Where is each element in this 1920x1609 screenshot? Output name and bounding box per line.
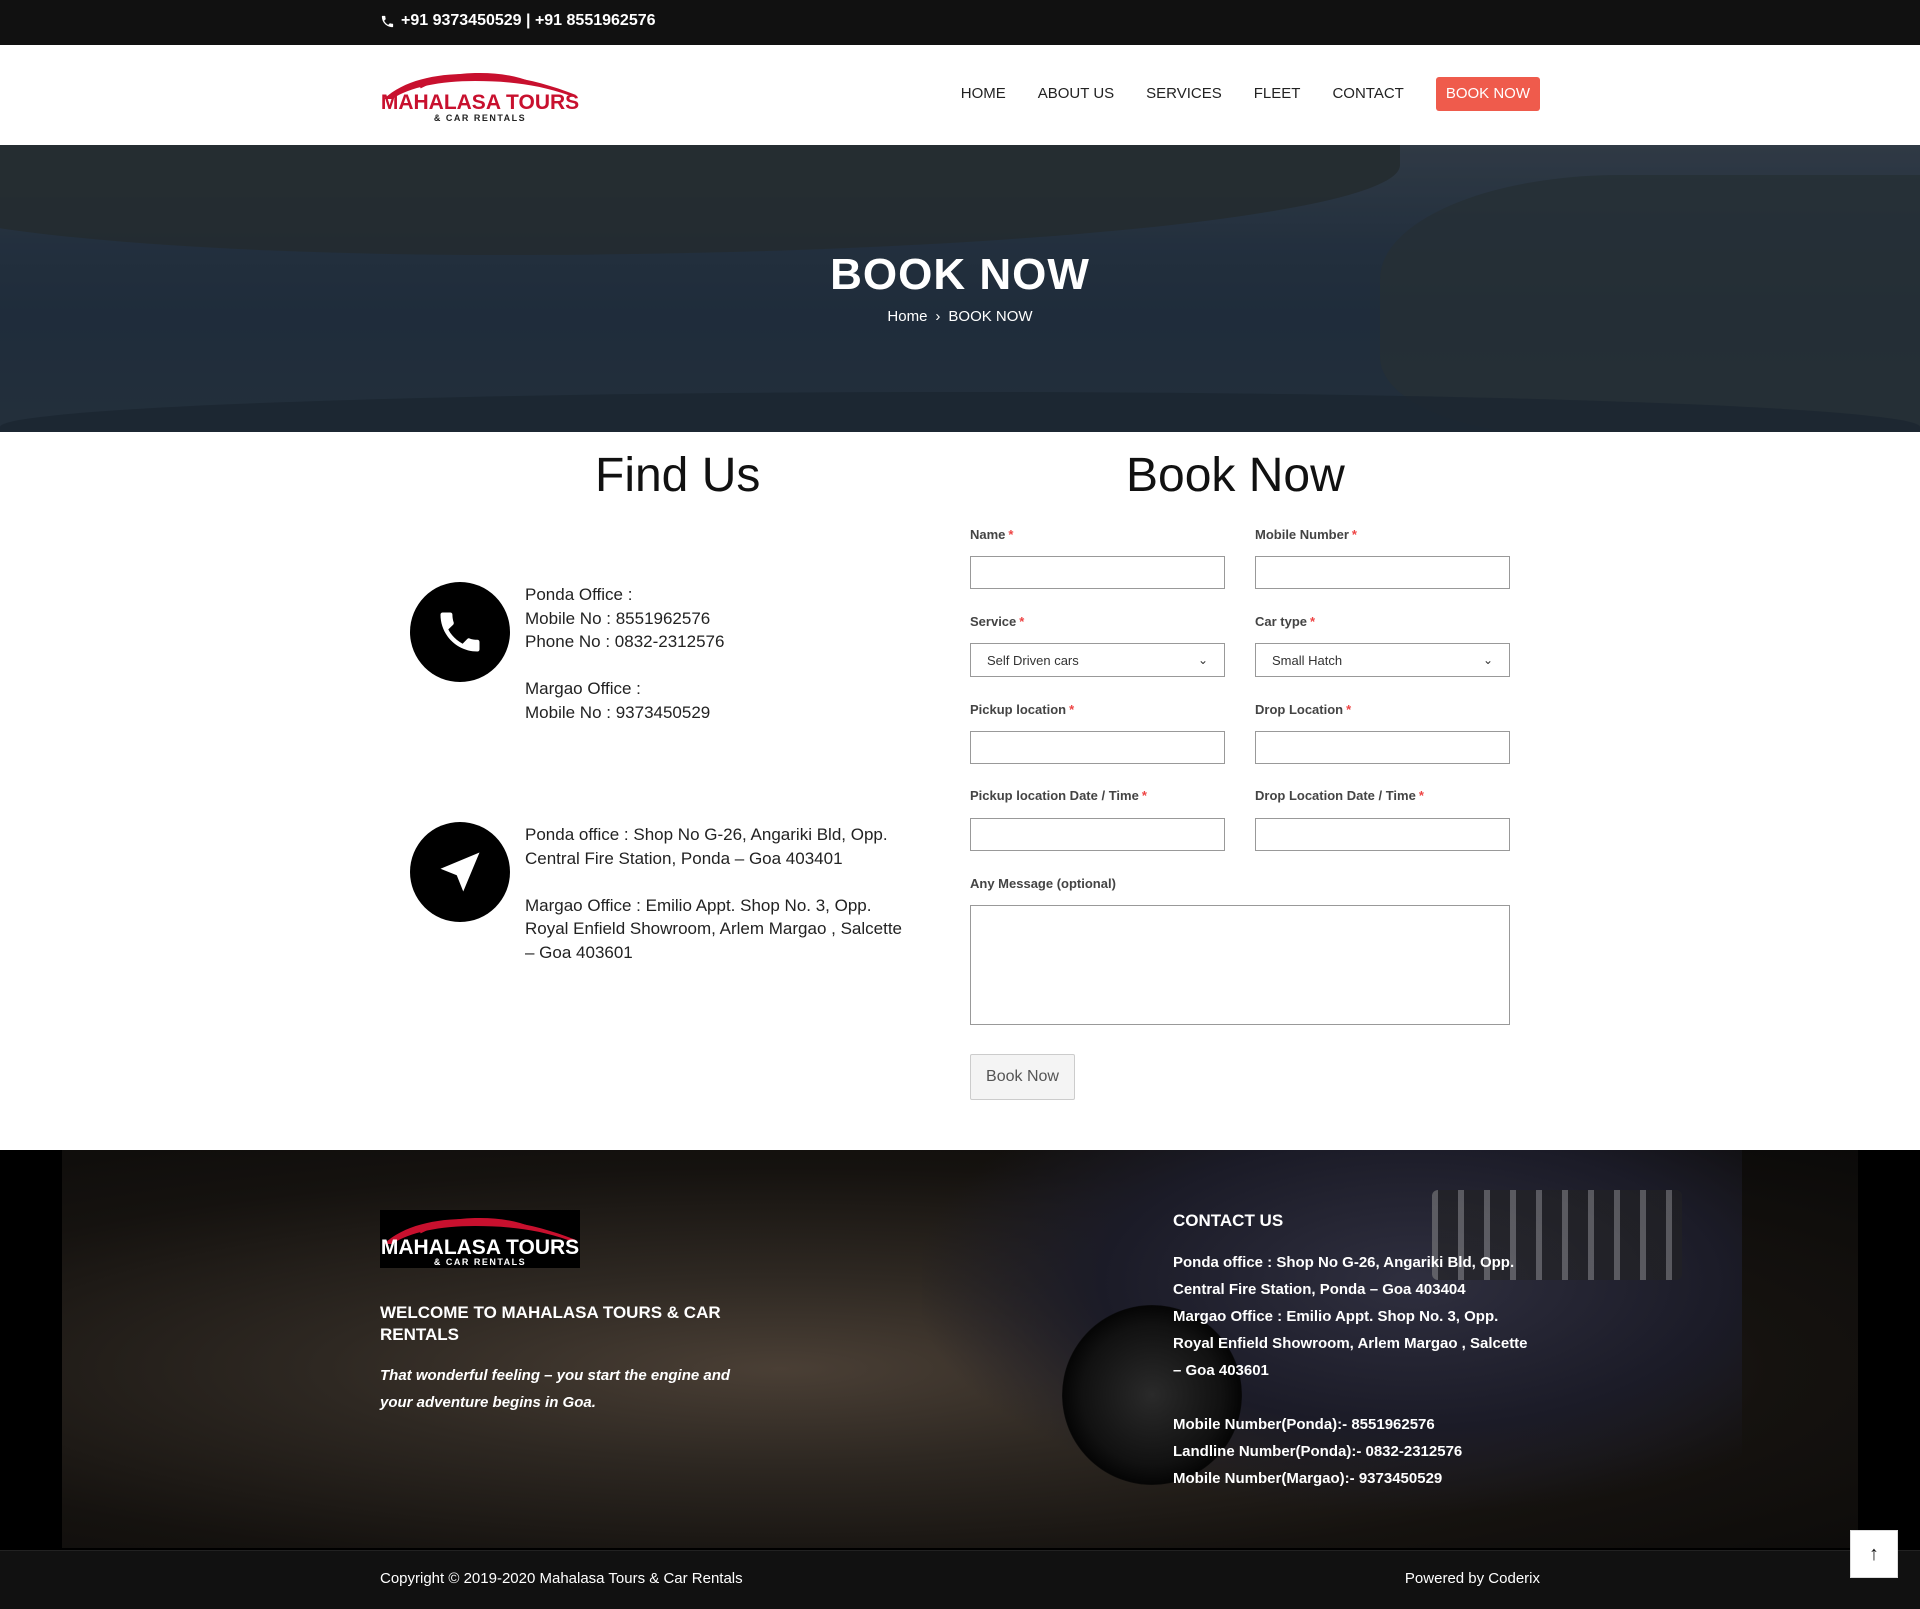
- main-nav: HOME ABOUT US SERVICES FLEET CONTACT BOO…: [945, 77, 1540, 111]
- service-label: Service *: [970, 614, 1025, 629]
- book-now-submit-button[interactable]: Book Now: [970, 1054, 1075, 1100]
- nav-services[interactable]: SERVICES: [1130, 77, 1238, 111]
- booking-form-title: Book Now: [1126, 449, 1345, 502]
- nav-contact[interactable]: CONTACT: [1316, 77, 1419, 111]
- find-us-title: Find Us: [595, 449, 761, 502]
- footer-welcome-heading: WELCOME TO MAHALASA TOURS & CAR RENTALS: [380, 1303, 721, 1344]
- hero-banner: BOOK NOW Home › BOOK NOW: [0, 145, 1920, 432]
- mobile-field[interactable]: [1255, 556, 1510, 589]
- copyright-text: Copyright © 2019-2020 Mahalasa Tours & C…: [380, 1570, 743, 1587]
- top-phone[interactable]: +91 9373450529 | +91 8551962576: [380, 12, 656, 30]
- phone-icon: [440, 612, 480, 652]
- drop-label: Drop Location *: [1255, 702, 1352, 717]
- powered-by-link[interactable]: Powered by Coderix: [1405, 1570, 1540, 1587]
- breadcrumb-separator: ›: [935, 308, 941, 325]
- location-circle: [410, 822, 510, 922]
- pickup-location-field[interactable]: [970, 731, 1225, 764]
- name-label: Name *: [970, 527, 1014, 542]
- brand-logo[interactable]: MAHALASA TOURS & CAR RENTALS: [380, 65, 580, 125]
- footer-logo-name: MAHALASA TOURS: [381, 1236, 579, 1259]
- address-info: Ponda office : Shop No G-26, Angariki Bl…: [525, 825, 903, 962]
- phone-info: Ponda Office : Mobile No : 8551962576 Ph…: [525, 585, 725, 722]
- pickup-datetime-label: Pickup location Date / Time *: [970, 788, 1147, 803]
- drop-datetime-label: Drop Location Date / Time *: [1255, 788, 1424, 803]
- footer-logo-subname: & CAR RENTALS: [434, 1257, 526, 1267]
- breadcrumb-home[interactable]: Home: [887, 308, 927, 325]
- phone-icon: [381, 15, 394, 27]
- message-textarea[interactable]: [970, 905, 1510, 1025]
- footer-background-image: [62, 1150, 1858, 1548]
- location-arrow-icon: [440, 852, 480, 892]
- drop-location-field[interactable]: [1255, 731, 1510, 764]
- logo-subname: & CAR RENTALS: [434, 113, 526, 123]
- footer-tagline: That wonderful feeling – you start the e…: [380, 1367, 731, 1411]
- nav-fleet[interactable]: FLEET: [1238, 77, 1317, 111]
- footer-logo[interactable]: MAHALASA TOURS & CAR RENTALS: [380, 1210, 580, 1268]
- drop-datetime-field[interactable]: [1255, 818, 1510, 851]
- nav-book-now-button[interactable]: BOOK NOW: [1435, 77, 1540, 111]
- footer-contact-title: CONTACT US: [1173, 1211, 1284, 1230]
- logo-name: MAHALASA TOURS: [381, 91, 579, 114]
- pickup-label: Pickup location *: [970, 702, 1075, 717]
- chevron-down-icon: ⌄: [1197, 653, 1208, 667]
- scroll-to-top-button[interactable]: ↑: [1850, 1530, 1898, 1578]
- site-footer: MAHALASA TOURS & CAR RENTALS WELCOME TO …: [0, 1150, 1920, 1550]
- car-type-selected-value: Small Hatch: [1272, 652, 1343, 668]
- car-type-select[interactable]: Small Hatch ⌄: [1255, 643, 1510, 677]
- top-bar: +91 9373450529 | +91 8551962576: [0, 0, 1920, 45]
- message-label: Any Message (optional): [970, 876, 1116, 891]
- phone-circle: [410, 582, 510, 682]
- nav-home[interactable]: HOME: [945, 77, 1022, 111]
- site-header: MAHALASA TOURS & CAR RENTALS HOME ABOUT …: [0, 45, 1920, 145]
- copyright-bar: Copyright © 2019-2020 Mahalasa Tours & C…: [0, 1550, 1920, 1609]
- mobile-label: Mobile Number *: [1255, 527, 1357, 542]
- page-title: BOOK NOW: [830, 250, 1090, 299]
- name-field[interactable]: [970, 556, 1225, 589]
- arrow-up-icon: ↑: [1869, 1542, 1879, 1565]
- footer-contact-details: Ponda office : Shop No G-26, Angariki Bl…: [1173, 1254, 1528, 1487]
- car-type-label: Car type *: [1255, 614, 1316, 629]
- breadcrumb-current: BOOK NOW: [948, 308, 1033, 325]
- pickup-datetime-field[interactable]: [970, 818, 1225, 851]
- nav-about[interactable]: ABOUT US: [1022, 77, 1130, 111]
- chevron-down-icon: ⌄: [1482, 653, 1493, 667]
- service-selected-value: Self Driven cars: [987, 652, 1079, 668]
- breadcrumb: Home › BOOK NOW: [0, 308, 1920, 325]
- service-select[interactable]: Self Driven cars ⌄: [970, 643, 1225, 677]
- top-phone-text: +91 9373450529 | +91 8551962576: [401, 12, 656, 29]
